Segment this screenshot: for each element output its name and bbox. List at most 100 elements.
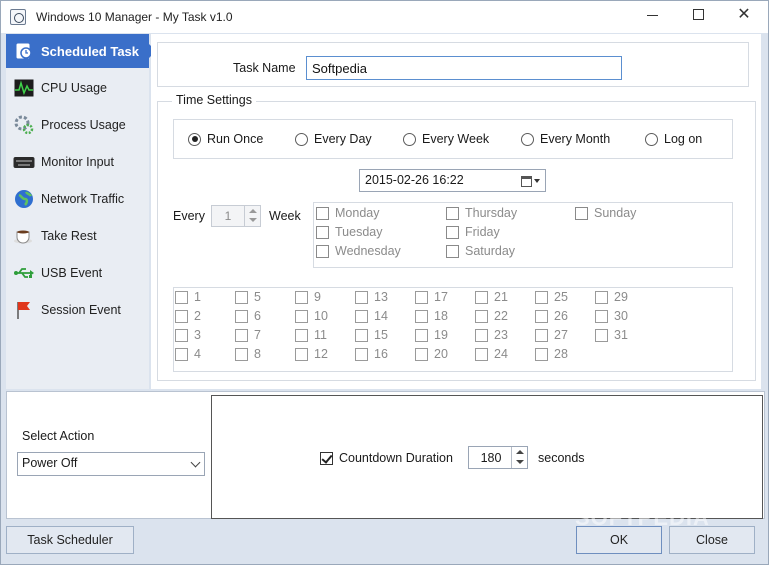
checkbox-box (475, 347, 488, 361)
sidebar-item-label: CPU Usage (41, 81, 107, 95)
radio-indicator (188, 132, 201, 146)
checkbox-day[interactable]: 25 (535, 290, 568, 304)
sidebar-item-take-rest[interactable]: Take Rest (6, 219, 149, 253)
checkbox-box (295, 309, 308, 323)
radio-every-day[interactable]: Every Day (295, 132, 372, 146)
checkbox-day[interactable]: 18 (415, 309, 448, 323)
checkbox-box (535, 309, 548, 323)
flag-icon (13, 299, 35, 321)
close-window-button[interactable]: ✕ (721, 1, 767, 27)
radio-indicator (403, 132, 416, 146)
checkbox-day[interactable]: 11 (295, 328, 327, 342)
minimize-button[interactable] (629, 1, 675, 27)
checkbox-thursday[interactable]: Thursday (446, 206, 517, 220)
sidebar: Scheduled Task CPU Usage Process Usage M… (6, 34, 156, 389)
checkbox-box-checked (320, 451, 333, 465)
maximize-button[interactable] (675, 1, 721, 27)
calendar-dropdown-button[interactable] (521, 174, 541, 188)
checkbox-box (355, 290, 368, 304)
checkbox-tuesday[interactable]: Tuesday (316, 225, 382, 239)
checkbox-saturday[interactable]: Saturday (446, 244, 515, 258)
ok-button[interactable]: OK (576, 526, 662, 554)
chevron-down-icon (190, 457, 201, 468)
checkbox-box (175, 290, 188, 304)
checkbox-monday[interactable]: Monday (316, 206, 379, 220)
countdown-stepper[interactable]: 180 (468, 446, 528, 469)
checkbox-box (595, 290, 608, 304)
sidebar-item-label: Take Rest (41, 229, 97, 243)
radio-every-month[interactable]: Every Month (521, 132, 610, 146)
title-bar: Windows 10 Manager - My Task v1.0 ✕ (1, 1, 768, 33)
checkbox-day[interactable]: 7 (235, 328, 261, 342)
checkbox-day[interactable]: 30 (595, 309, 628, 323)
checkbox-countdown-duration[interactable]: Countdown Duration (320, 451, 453, 465)
time-settings-legend: Time Settings (172, 93, 256, 107)
usb-icon (13, 262, 35, 284)
sidebar-item-monitor-input[interactable]: Monitor Input (6, 145, 149, 179)
every-week-stepper[interactable]: 1 (211, 205, 261, 227)
close-icon: ✕ (737, 6, 751, 23)
maximize-icon (692, 8, 704, 20)
month-days-group: 1 2 3 4 5 6 7 8 9 10 11 12 13 14 15 16 17 18 19 20 21 22 23 24 2… (173, 287, 733, 372)
sidebar-item-network-traffic[interactable]: Network Traffic (6, 182, 149, 216)
sidebar-item-process-usage[interactable]: Process Usage (6, 108, 149, 142)
checkbox-box (575, 206, 588, 220)
scheduled-task-panel: Task Name Time Settings Run Once Every D… (151, 34, 761, 389)
radio-indicator (521, 132, 534, 146)
action-select[interactable]: Power Off (17, 452, 205, 476)
checkbox-day[interactable]: 21 (475, 290, 508, 304)
stepper-arrows[interactable] (244, 206, 260, 226)
sidebar-item-usb-event[interactable]: USB Event (6, 256, 149, 290)
checkbox-box (316, 244, 329, 258)
checkbox-day[interactable]: 1 (175, 290, 201, 304)
checkbox-box (595, 309, 608, 323)
checkbox-day[interactable]: 10 (295, 309, 328, 323)
checkbox-day[interactable]: 16 (355, 347, 388, 361)
close-button[interactable]: Close (669, 526, 755, 554)
checkbox-day[interactable]: 29 (595, 290, 628, 304)
checkbox-day[interactable]: 31 (595, 328, 628, 342)
checkbox-box (475, 290, 488, 304)
checkbox-friday[interactable]: Friday (446, 225, 500, 239)
sidebar-item-session-event[interactable]: Session Event (6, 293, 149, 327)
checkbox-box (355, 309, 368, 323)
checkbox-day[interactable]: 17 (415, 290, 448, 304)
radio-log-on[interactable]: Log on (645, 132, 702, 146)
checkbox-day[interactable]: 8 (235, 347, 261, 361)
task-name-input[interactable] (306, 56, 622, 80)
radio-run-once[interactable]: Run Once (188, 132, 263, 146)
checkbox-box (355, 347, 368, 361)
radio-every-week[interactable]: Every Week (403, 132, 489, 146)
checkbox-wednesday[interactable]: Wednesday (316, 244, 401, 258)
checkbox-sunday[interactable]: Sunday (575, 206, 636, 220)
checkbox-day[interactable]: 9 (295, 290, 321, 304)
sidebar-item-label: Monitor Input (41, 155, 114, 169)
datetime-picker[interactable]: 2015-02-26 16:22 (359, 169, 546, 192)
checkbox-day[interactable]: 15 (355, 328, 388, 342)
checkbox-day[interactable]: 13 (355, 290, 388, 304)
checkbox-day[interactable]: 3 (175, 328, 201, 342)
checkbox-day[interactable]: 12 (295, 347, 328, 361)
checkbox-day[interactable]: 6 (235, 309, 261, 323)
sidebar-item-cpu-usage[interactable]: CPU Usage (6, 71, 149, 105)
checkbox-day[interactable]: 23 (475, 328, 508, 342)
checkbox-day[interactable]: 2 (175, 309, 201, 323)
checkbox-day[interactable]: 28 (535, 347, 568, 361)
checkbox-day[interactable]: 5 (235, 290, 261, 304)
sidebar-item-scheduled-task[interactable]: Scheduled Task (6, 34, 156, 68)
stepper-arrows[interactable] (511, 447, 527, 468)
checkbox-day[interactable]: 26 (535, 309, 568, 323)
countdown-value: 180 (480, 451, 502, 465)
checkbox-day[interactable]: 20 (415, 347, 448, 361)
sidebar-item-label: Session Event (41, 303, 121, 317)
checkbox-day[interactable]: 14 (355, 309, 388, 323)
checkbox-day[interactable]: 24 (475, 347, 508, 361)
checkbox-day[interactable]: 19 (415, 328, 448, 342)
week-label: Week (269, 209, 301, 223)
checkbox-day[interactable]: 22 (475, 309, 508, 323)
checkbox-box (175, 309, 188, 323)
task-scheduler-button[interactable]: Task Scheduler (6, 526, 134, 554)
checkbox-day[interactable]: 27 (535, 328, 568, 342)
checkbox-box (295, 347, 308, 361)
checkbox-day[interactable]: 4 (175, 347, 201, 361)
